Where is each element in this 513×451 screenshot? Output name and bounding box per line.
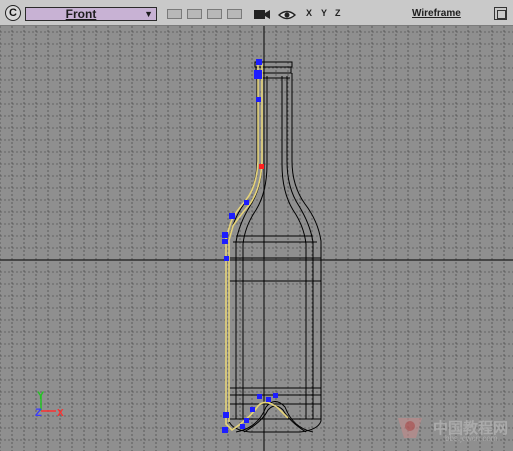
front-viewport[interactable]: Y Z X 中国教程网 bbs.jcwcn.com [0, 26, 513, 451]
axis-x-toggle[interactable]: X [306, 8, 312, 18]
maximize-icon[interactable] [494, 7, 507, 20]
toolbar-blank-button-2[interactable] [187, 9, 202, 19]
y-axis-label: Y [37, 390, 45, 402]
watermark-url: bbs.jcwcn.com [445, 434, 498, 443]
toolbar-blank-button-1[interactable] [167, 9, 182, 19]
camera-icon[interactable] [253, 9, 271, 21]
axis-z-toggle[interactable]: Z [335, 8, 341, 18]
z-axis-label: Z [35, 407, 42, 419]
profile-vertices[interactable] [222, 59, 278, 433]
axis-tripod: Y Z X [35, 390, 64, 419]
viewport-label: Front [65, 7, 97, 21]
viewport-selector[interactable]: Front ▼ [25, 7, 157, 21]
shading-mode-menu[interactable]: Wireframe [412, 8, 461, 19]
viewport-canvas[interactable]: Y Z X [0, 26, 513, 451]
viewport-toolbar: C Front ▼ X Y Z Wireframe [0, 0, 513, 26]
dropdown-arrow-icon: ▼ [144, 9, 153, 19]
watermark-logo-icon [398, 418, 422, 438]
axis-y-toggle[interactable]: Y [321, 8, 327, 18]
x-axis-label: X [57, 408, 64, 419]
menu-c-icon[interactable]: C [5, 5, 21, 21]
bottle-wireframe [228, 61, 322, 433]
eye-icon[interactable] [278, 9, 296, 21]
toolbar-blank-button-4[interactable] [227, 9, 242, 19]
toolbar-blank-button-3[interactable] [207, 9, 222, 19]
